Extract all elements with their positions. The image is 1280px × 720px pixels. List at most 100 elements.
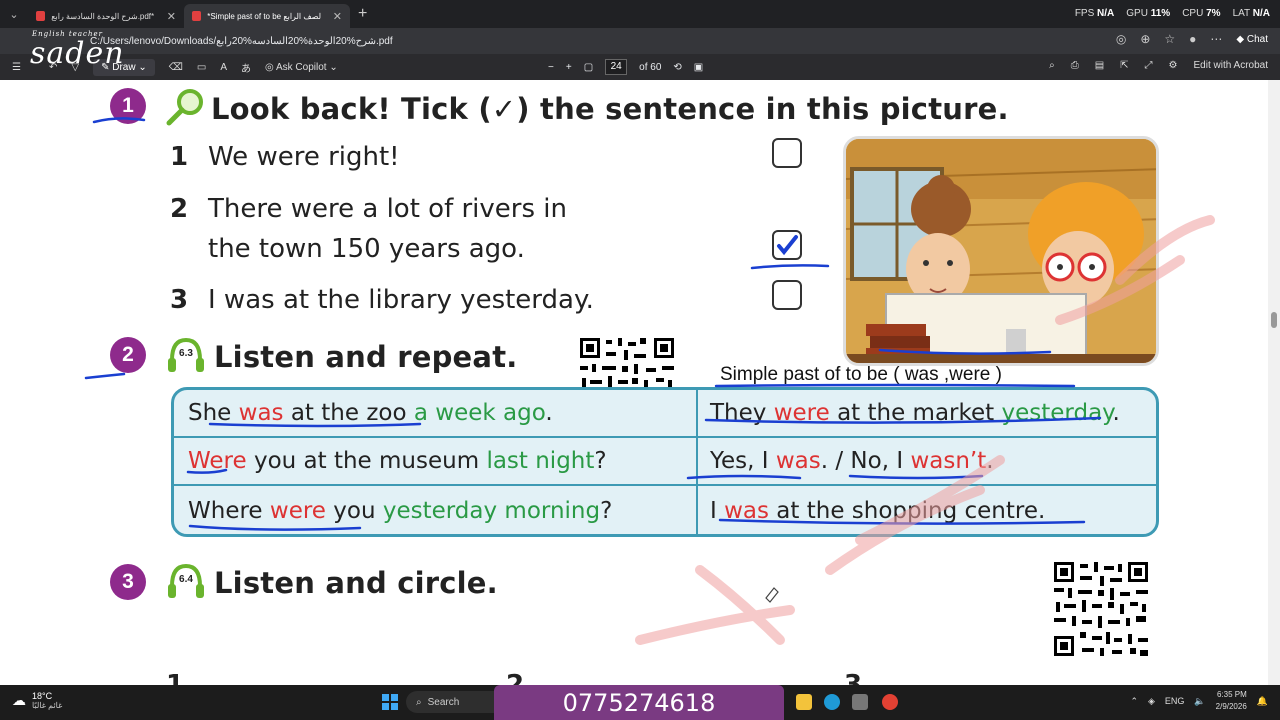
perf-overlay: FPS N/A GPU 11% CPU 7% LAT N/A xyxy=(1075,8,1270,19)
clock[interactable]: 6:35 PM 2/9/2026 xyxy=(1216,689,1247,713)
section-2-number: 2 xyxy=(110,337,146,373)
section-2-title: Listen and repeat. xyxy=(214,340,518,374)
edit-with-acrobat-button[interactable]: Edit with Acrobat xyxy=(1194,60,1268,71)
table-cell-text: yesterday morning xyxy=(382,498,601,524)
clock-time: 6:35 PM xyxy=(1216,690,1247,699)
cell-r3-left: Where were you yesterday morning? xyxy=(188,498,612,524)
page-number-input[interactable]: 24 xyxy=(605,59,628,75)
pdf-icon xyxy=(36,11,46,21)
table-cell-text: She xyxy=(188,400,239,426)
fullscreen-icon[interactable]: ⤢ xyxy=(1145,60,1153,71)
tick-box-3[interactable] xyxy=(772,280,802,310)
show-hidden-icons-icon[interactable]: ⌃ xyxy=(1130,696,1138,707)
table-cell-text: at the market xyxy=(829,400,1002,426)
sentence-number: 2 xyxy=(170,194,189,224)
pdf-page: 1 Look back! Tick (✓) the sentence in th… xyxy=(0,80,1268,685)
sentence-text-line-2: the town 150 years ago. xyxy=(208,234,525,264)
table-cell-text: I xyxy=(710,498,725,524)
print-icon[interactable]: ⎙ xyxy=(1071,60,1079,71)
sentence-text: There were a lot of rivers in xyxy=(208,194,567,224)
tab-2-label: *Simple past of to be الصف الرابع xyxy=(207,11,321,21)
read-aloud-icon[interactable]: ◎ xyxy=(1116,32,1126,46)
more-icon[interactable]: ⋯ xyxy=(1210,32,1222,46)
edge-browser-icon[interactable] xyxy=(824,694,840,710)
table-cell-text: . xyxy=(545,400,553,426)
tick-box-2[interactable] xyxy=(772,230,802,260)
cell-r3-right: I was at the shopping centre. xyxy=(710,498,1045,524)
save-icon[interactable]: ▤ xyxy=(1095,60,1104,71)
qr-code xyxy=(1052,560,1150,658)
search-icon[interactable]: ⌕ xyxy=(1049,60,1055,71)
section-1-title: Look back! Tick (✓) the sentence in this… xyxy=(211,92,1009,126)
lat-label: LAT N/A xyxy=(1232,8,1270,19)
store-icon[interactable] xyxy=(852,694,868,710)
table-cell-text: was xyxy=(775,448,821,474)
rotate-icon[interactable]: ⟲ xyxy=(673,62,681,73)
grammar-table: She was at the zoo a week ago. They were… xyxy=(171,387,1159,537)
zoom-icon[interactable]: ⊕ xyxy=(1140,32,1150,46)
windows-start-icon[interactable] xyxy=(382,694,398,710)
table-cell-text: yesterday xyxy=(1001,400,1113,426)
scrollbar-thumb[interactable] xyxy=(1271,312,1277,328)
sentence-number: 1 xyxy=(170,142,189,172)
sentence-text: I was at the library yesterday. xyxy=(208,285,594,315)
taskbar-search[interactable]: ⌕ Search xyxy=(406,691,506,713)
tick-box-1[interactable] xyxy=(772,138,802,168)
favorite-star-icon[interactable]: ☆ xyxy=(1164,32,1175,46)
cpu-label: CPU 7% xyxy=(1182,8,1221,19)
exercise-3-item-2-number: 2 xyxy=(506,670,525,685)
contents-icon[interactable]: ☰ xyxy=(12,62,21,73)
app-window: ⌄ شرح الوحدة السادسة رابع.pdf* ✕ *Simple… xyxy=(0,0,1280,720)
table-cell-text: were xyxy=(269,498,326,524)
illustration-art xyxy=(846,139,1156,363)
text-icon[interactable]: A xyxy=(220,62,227,73)
new-tab-button[interactable]: + xyxy=(358,5,367,23)
search-icon: ⌕ xyxy=(416,696,422,708)
weather-widget[interactable]: ☁ 18°C غائم غالبًا xyxy=(12,691,62,710)
table-cell-text: last night xyxy=(486,448,595,474)
save-as-icon[interactable]: ⇱ xyxy=(1120,60,1128,71)
tab-list-icon[interactable]: ⌄ xyxy=(0,8,28,21)
eraser-icon[interactable]: ⌫ xyxy=(169,62,183,73)
grammar-caption: Simple past of to be ( was ,were ) xyxy=(720,364,1002,385)
check-mark-icon xyxy=(777,235,798,256)
logo-name: saden xyxy=(30,36,125,71)
fit-page-icon[interactable]: ▢ xyxy=(584,62,593,73)
chrome-icon[interactable] xyxy=(882,694,898,710)
zoom-in-icon[interactable]: + xyxy=(566,62,572,73)
ask-copilot-button[interactable]: ◎ Ask Copilot ⌄ xyxy=(265,62,338,73)
pdf-toolbar: ☰ ↶ ▽ ✎ Draw ⌄ ⌫ ▭ A あ ◎ Ask Copilot ⌄ −… xyxy=(0,54,1280,80)
settings-gear-icon[interactable]: ⚙ xyxy=(1169,60,1178,71)
page-view-icon[interactable]: ▣ xyxy=(694,62,703,73)
profile-avatar-icon[interactable]: ● xyxy=(1189,32,1196,46)
file-explorer-icon[interactable] xyxy=(796,694,812,710)
language-indicator[interactable]: ENG xyxy=(1165,696,1185,706)
weather-temp: 18°C xyxy=(32,691,53,701)
sentence-text: We were right! xyxy=(208,142,400,172)
volume-icon[interactable]: 🔈 xyxy=(1194,696,1205,707)
close-icon[interactable]: ✕ xyxy=(333,10,342,23)
network-icon[interactable]: ◈ xyxy=(1148,696,1155,707)
copilot-chat-button[interactable]: ◆ Chat xyxy=(1236,34,1268,45)
table-cell-text: ? xyxy=(594,448,607,474)
vertical-scrollbar[interactable] xyxy=(1268,80,1280,685)
address-bar: C:/Users/lenovo/Downloads/شرح%20الوحدة%2… xyxy=(0,28,1280,54)
table-cell-text: ? xyxy=(600,498,613,524)
table-cell-text: They xyxy=(710,400,774,426)
pdf-icon xyxy=(192,11,202,21)
gpu-label: GPU 11% xyxy=(1126,8,1171,19)
notification-bell-icon[interactable]: 🔔 xyxy=(1257,696,1268,707)
translate-icon[interactable]: あ xyxy=(241,60,251,75)
zoom-out-icon[interactable]: − xyxy=(548,62,554,73)
teacher-logo: English teacher saden xyxy=(28,30,138,74)
table-cell-text: was xyxy=(724,498,769,524)
table-cell-text: were xyxy=(773,400,830,426)
clock-date: 2/9/2026 xyxy=(1215,702,1247,711)
close-icon[interactable]: ✕ xyxy=(167,10,176,23)
tab-2[interactable]: *Simple past of to be الصف الرابع ✕ xyxy=(184,4,350,28)
tab-1[interactable]: شرح الوحدة السادسة رابع.pdf* ✕ xyxy=(28,4,184,28)
table-cell-text: you at the museum xyxy=(246,448,487,474)
weather-condition: غائم غالبًا xyxy=(32,701,63,710)
table-cell-text: at the shopping centre. xyxy=(769,498,1046,524)
text-box-icon[interactable]: ▭ xyxy=(197,62,206,73)
